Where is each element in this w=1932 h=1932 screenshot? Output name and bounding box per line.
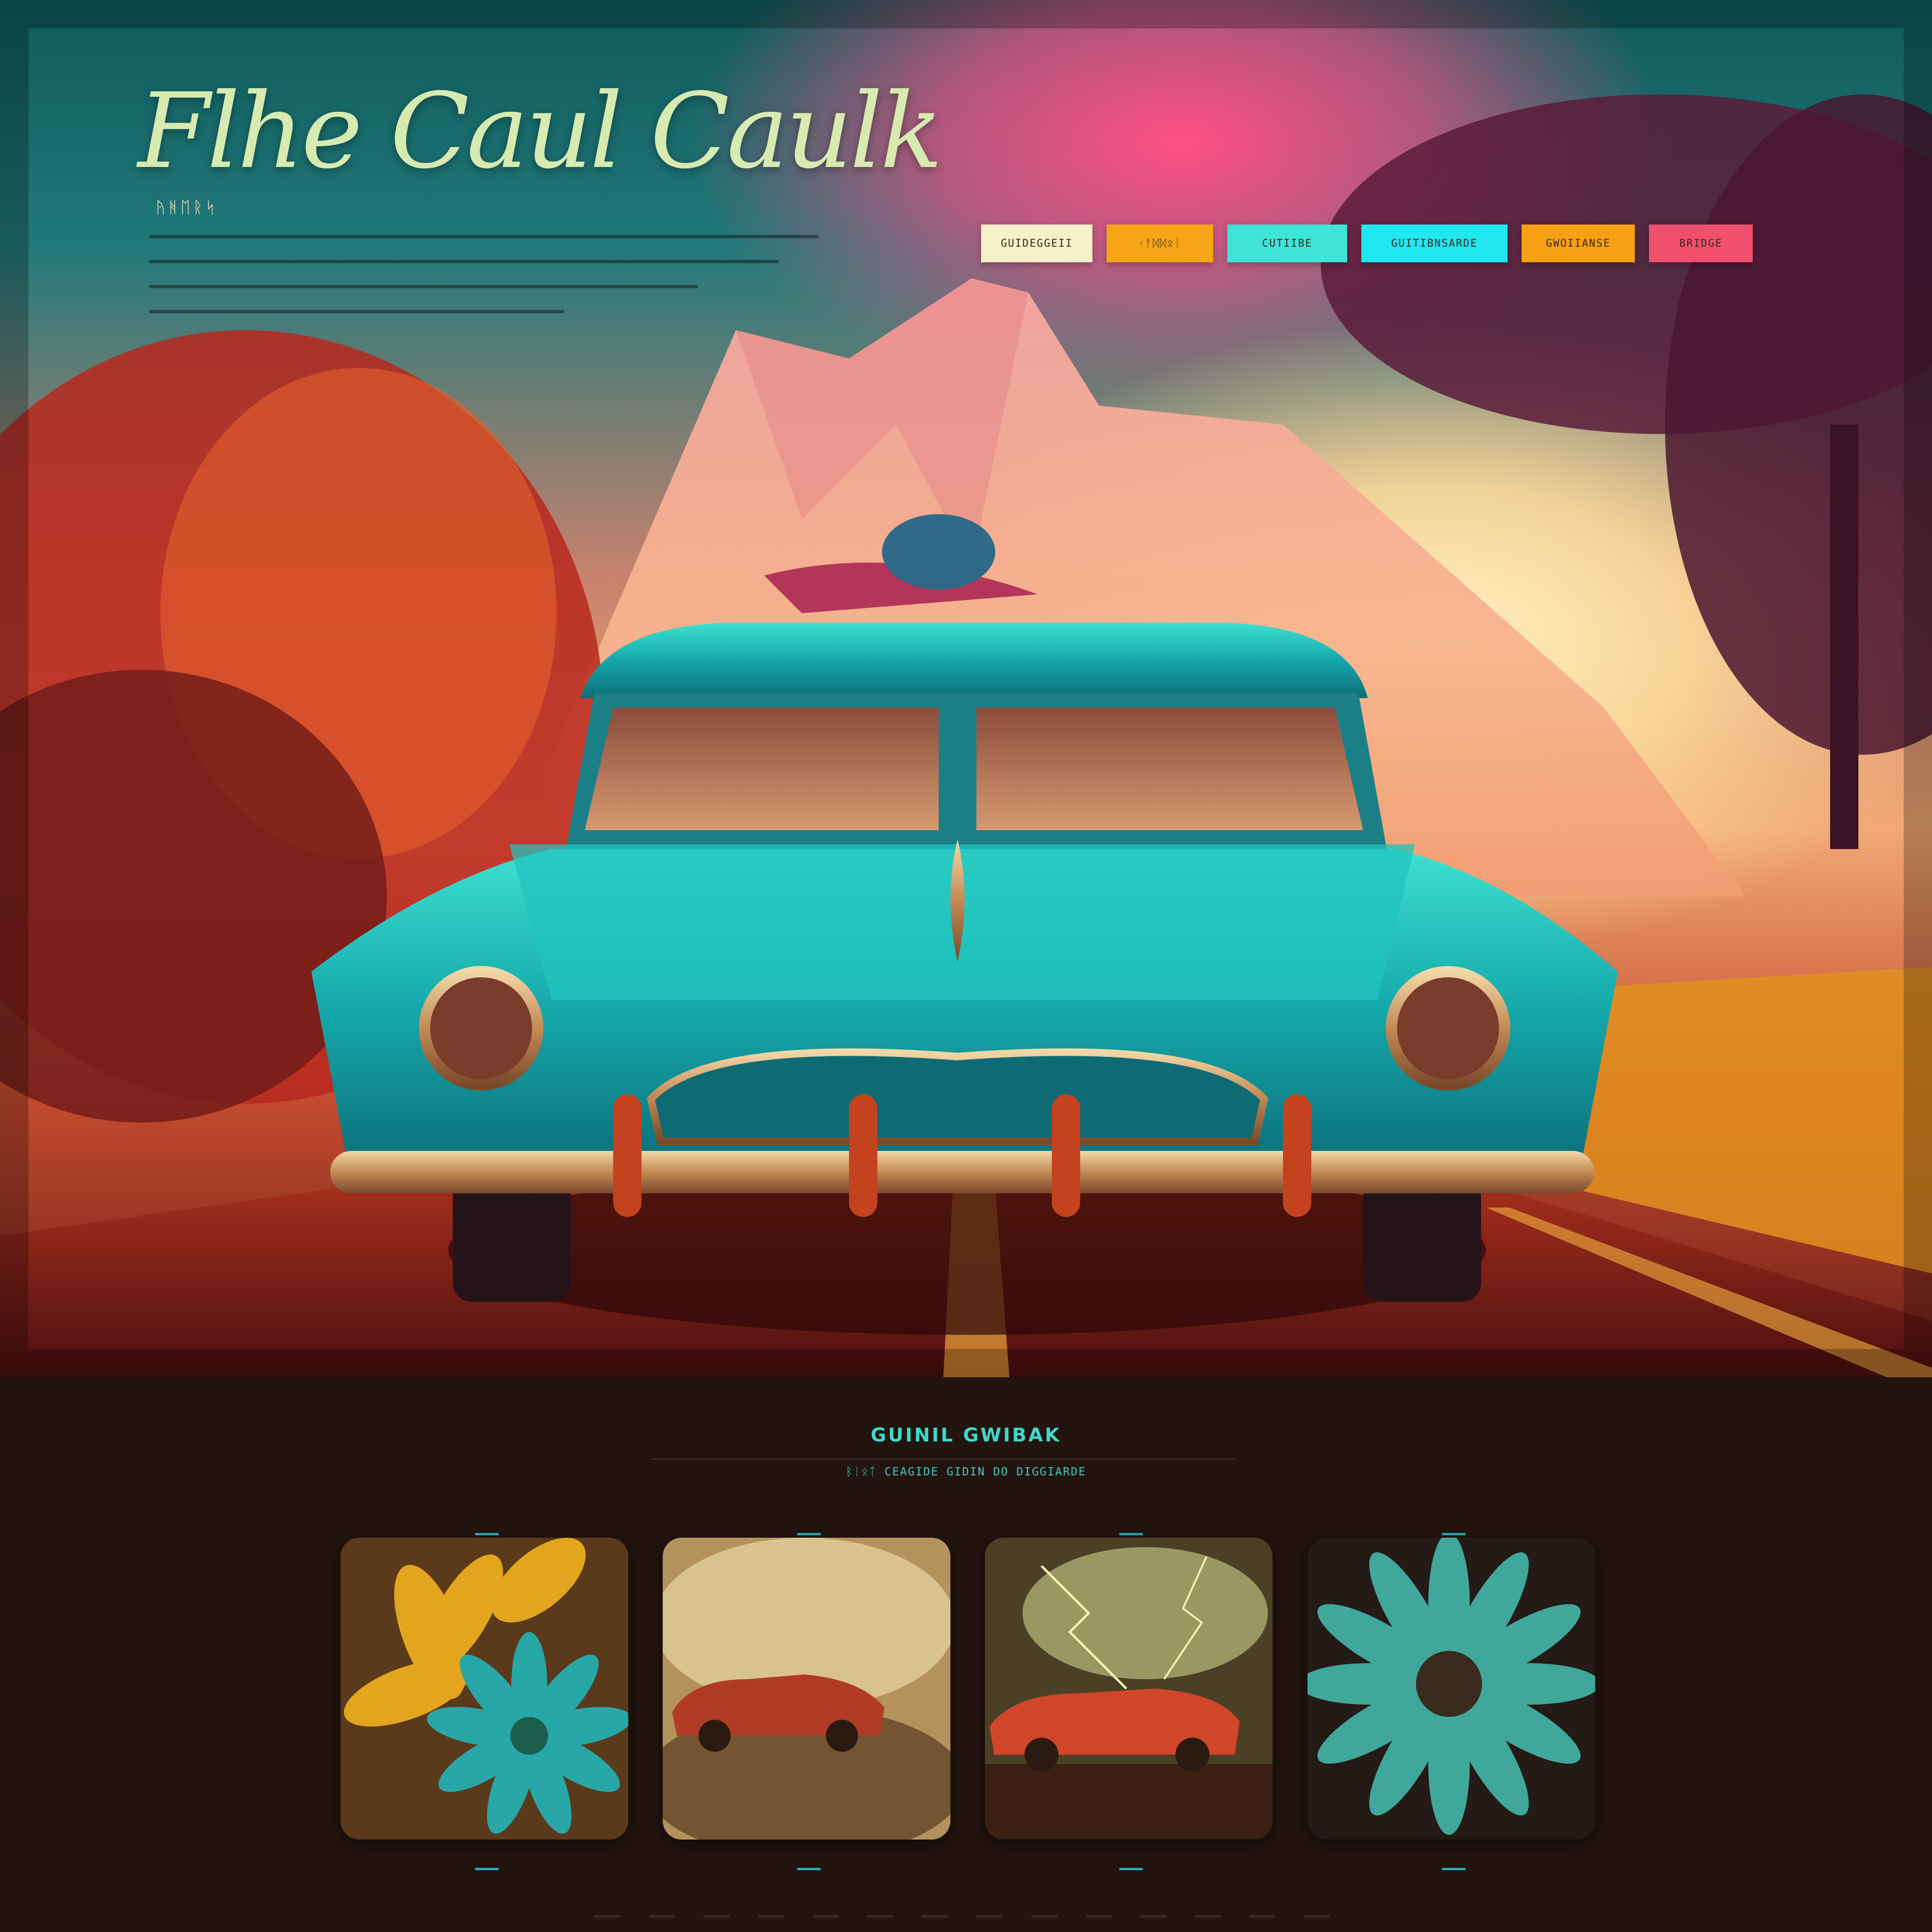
footer-link[interactable] bbox=[1085, 1915, 1112, 1918]
hero-intro-text bbox=[149, 213, 819, 313]
nav-button-5[interactable]: GWOIIANSE bbox=[1522, 225, 1635, 262]
footer-link[interactable] bbox=[758, 1915, 785, 1918]
gallery-section: GUINIL GWIBAK ᛒᛁᛟᛏ CEAGIDE GIDIN DO DIGG… bbox=[0, 1377, 1932, 1932]
card-marker bbox=[475, 1533, 499, 1535]
car-headlight-left bbox=[419, 966, 543, 1091]
nav-button-3[interactable]: CUTIIBE bbox=[1227, 225, 1347, 262]
gallery-image bbox=[1307, 1538, 1595, 1840]
gallery-image bbox=[663, 1538, 950, 1840]
intro-line bbox=[149, 235, 819, 238]
footer-link[interactable] bbox=[1194, 1915, 1221, 1918]
footer-link[interactable] bbox=[976, 1915, 1003, 1918]
footer-link[interactable] bbox=[1031, 1915, 1058, 1918]
gallery-image bbox=[985, 1538, 1273, 1840]
hero-illustration bbox=[0, 0, 1932, 1377]
footer-link[interactable] bbox=[594, 1915, 621, 1918]
section-title: GUINIL GWIBAK bbox=[870, 1424, 1062, 1446]
nav-button-2[interactable]: ᚲᚨᛞᛞᛟᛁ bbox=[1107, 225, 1213, 262]
gallery-card-car-storm[interactable] bbox=[663, 1533, 950, 1870]
gallery-card-teal-daisy[interactable] bbox=[1307, 1533, 1595, 1870]
car-grille bbox=[647, 1048, 1268, 1145]
footer-link[interactable] bbox=[922, 1915, 949, 1918]
card-marker bbox=[1442, 1868, 1466, 1870]
site-title: Flhe Caul Caulk bbox=[138, 71, 943, 192]
nav-button-1[interactable]: GUIDEGGEII bbox=[981, 225, 1092, 262]
gallery-card-car-lightning[interactable] bbox=[985, 1533, 1273, 1870]
car-bumper bbox=[330, 1151, 1594, 1193]
intro-line bbox=[149, 285, 699, 288]
card-marker bbox=[1119, 1868, 1143, 1870]
footer-link[interactable] bbox=[703, 1915, 730, 1918]
section-divider bbox=[651, 1458, 1236, 1460]
hero-section: Flhe Caul Caulk ᚤᚻᛖᚱᛋ GUIDEGGEII ᚲᚨᛞᛞᛟᛁ … bbox=[0, 0, 1932, 1377]
footer-link[interactable] bbox=[1140, 1915, 1166, 1918]
nav-button-4[interactable]: GUITIBNSARDE bbox=[1361, 225, 1507, 262]
footer-links bbox=[594, 1915, 1330, 1918]
footer-link[interactable] bbox=[1303, 1915, 1330, 1918]
gallery-card-flowers[interactable] bbox=[341, 1533, 628, 1870]
footer-link[interactable] bbox=[1249, 1915, 1276, 1918]
intro-line bbox=[149, 310, 565, 313]
footer-link[interactable] bbox=[649, 1915, 675, 1918]
card-marker bbox=[797, 1868, 821, 1870]
footer-link[interactable] bbox=[812, 1915, 839, 1918]
nav-button-6[interactable]: BRIDGE bbox=[1649, 225, 1753, 262]
car-headlight-right bbox=[1386, 966, 1510, 1091]
card-marker bbox=[1442, 1533, 1466, 1535]
gallery-grid bbox=[341, 1533, 1605, 1870]
card-marker bbox=[1119, 1533, 1143, 1535]
section-subtitle: ᛒᛁᛟᛏ CEAGIDE GIDIN DO DIGGIARDE bbox=[846, 1465, 1086, 1478]
card-marker bbox=[797, 1533, 821, 1535]
top-nav: GUIDEGGEII ᚲᚨᛞᛞᛟᛁ CUTIIBE GUITIBNSARDE G… bbox=[981, 225, 1753, 262]
intro-line bbox=[149, 260, 779, 263]
footer-link[interactable] bbox=[867, 1915, 894, 1918]
card-marker bbox=[475, 1868, 499, 1870]
gallery-image bbox=[341, 1538, 628, 1840]
car-roof bbox=[580, 623, 1368, 698]
